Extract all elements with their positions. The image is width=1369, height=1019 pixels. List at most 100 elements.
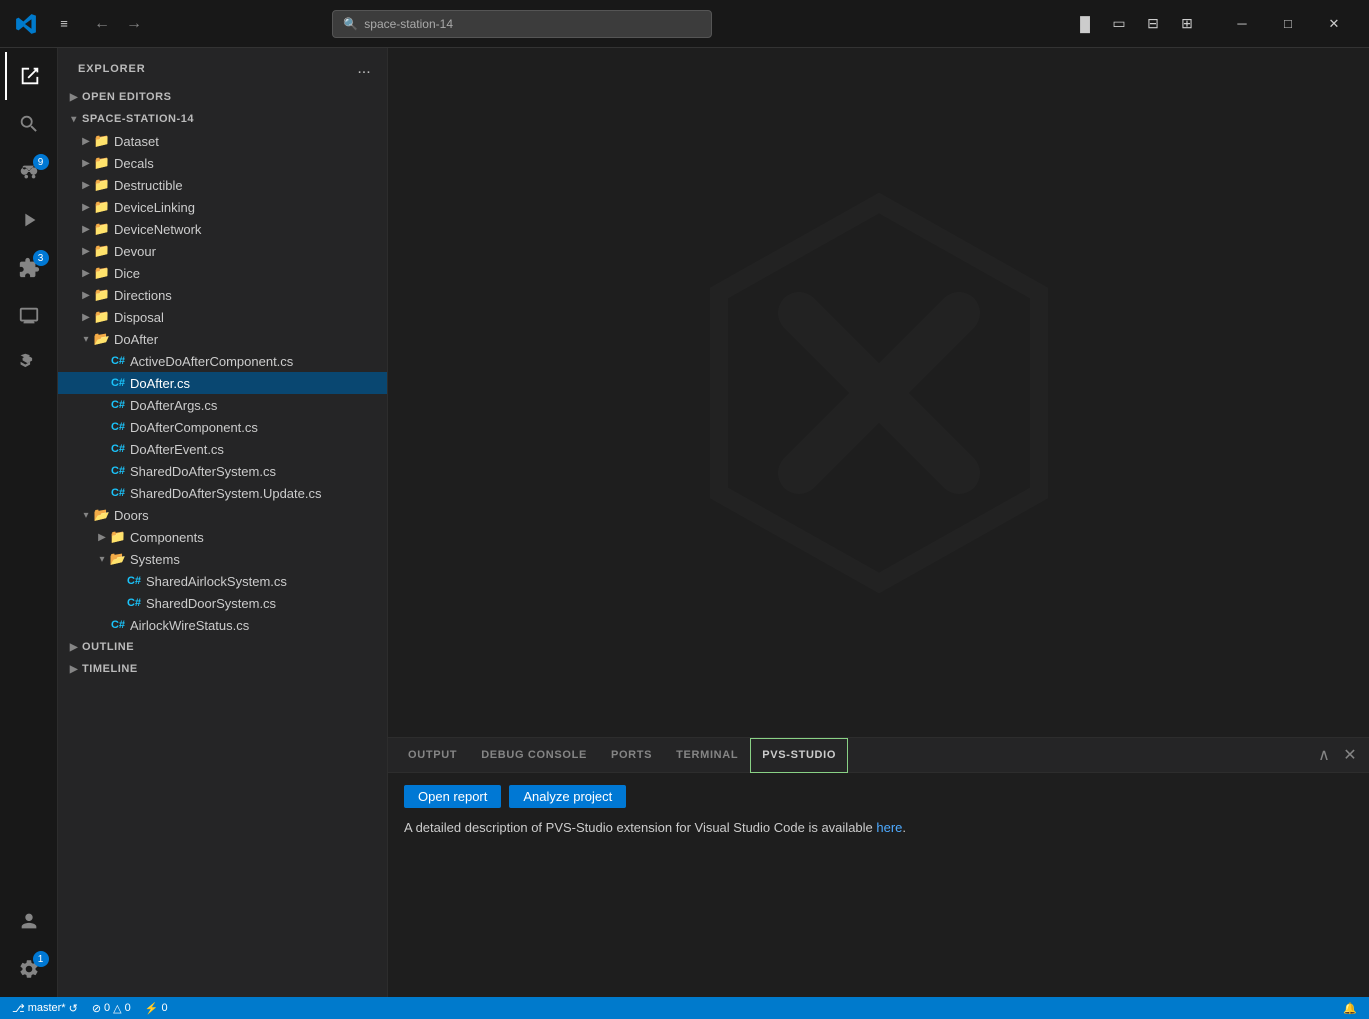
no-arrow [110,573,126,589]
tree-item-devour[interactable]: ▶ 📁 Devour [58,240,387,262]
disposal-label: Disposal [114,310,164,325]
forward-button[interactable]: → [120,10,148,38]
tree-item-devicelinking[interactable]: ▶ 📁 DeviceLinking [58,196,387,218]
statusbar-remote[interactable]: ⚡ 0 [141,997,172,1019]
close-button[interactable]: ✕ [1311,9,1357,39]
decals-arrow: ▶ [78,155,94,171]
error-count: 0 [104,1002,110,1014]
search-text: space-station-14 [364,17,453,31]
tree-item-disposal[interactable]: ▶ 📁 Disposal [58,306,387,328]
activity-source-control[interactable]: 9 [5,148,53,196]
section-space-station[interactable]: ▾ SPACE-STATION-14 [58,108,387,130]
section-outline[interactable]: ▶ OUTLINE [58,636,387,658]
section-timeline[interactable]: ▶ TIMELINE [58,658,387,680]
editor-main [388,48,1369,737]
tab-ports[interactable]: PORTS [599,738,664,773]
sidebar-more-actions[interactable]: ... [353,58,375,80]
tree-item-airlockwire[interactable]: C# AirlockWireStatus.cs [58,614,387,636]
tree-item-dice[interactable]: ▶ 📁 Dice [58,262,387,284]
cs-file-icon: C# [110,485,126,501]
panel-collapse-button[interactable]: ∧ [1313,744,1335,766]
tab-terminal[interactable]: TERMINAL [664,738,750,773]
tree-item-doafterevent[interactable]: C# DoAfterEvent.cs [58,438,387,460]
tree-item-sharedairlock[interactable]: C# SharedAirlockSystem.cs [58,570,387,592]
maximize-button[interactable]: □ [1265,9,1311,39]
tree-item-doors[interactable]: ▾ 📂 Doors [58,504,387,526]
vscode-logo [12,10,40,38]
customize-layout-button[interactable]: ⊞ [1173,10,1201,38]
tree-item-decals[interactable]: ▶ 📁 Decals [58,152,387,174]
branch-name: master* [28,1002,66,1014]
space-station-label: SPACE-STATION-14 [82,113,194,125]
remote-icon: ⚡ [145,1002,159,1015]
shareddoaftersystem-label: SharedDoAfterSystem.cs [130,464,276,479]
doafter-arrow: ▾ [78,331,94,347]
minimize-button[interactable]: ─ [1219,9,1265,39]
back-button[interactable]: ← [88,10,116,38]
sync-icon: ↺ [69,1002,78,1015]
activity-remote[interactable] [5,292,53,340]
statusbar-notification[interactable]: 🔔 [1339,997,1361,1019]
here-link[interactable]: here [876,820,902,835]
doafterargs-label: DoAfterArgs.cs [130,398,217,413]
dataset-arrow: ▶ [78,133,94,149]
statusbar-errors[interactable]: ⊘ 0 △ 0 [88,997,135,1019]
activity-search[interactable] [5,100,53,148]
tree-item-doaftercomponent[interactable]: C# DoAfterComponent.cs [58,416,387,438]
hamburger-menu[interactable]: ≡ [50,10,78,38]
source-control-badge: 9 [33,154,49,170]
activity-extensions[interactable]: 3 [5,244,53,292]
cs-file-icon: C# [110,419,126,435]
command-palette[interactable]: 🔍 space-station-14 [332,10,712,38]
tab-output[interactable]: OUTPUT [396,738,469,773]
tree-item-shareddoor[interactable]: C# SharedDoorSystem.cs [58,592,387,614]
tree-item-activedoafter[interactable]: C# ActiveDoAfterComponent.cs [58,350,387,372]
error-icon: ⊘ [92,1002,101,1015]
statusbar-branch[interactable]: ⎇ master* ↺ [8,997,82,1019]
tree-item-shareddoaftersystem[interactable]: C# SharedDoAfterSystem.cs [58,460,387,482]
panel-content: Open report Analyze project A detailed d… [388,773,1369,997]
devicelinking-label: DeviceLinking [114,200,195,215]
toggle-sidebar-button[interactable]: ▐▌ [1071,10,1099,38]
activity-settings[interactable]: 1 [5,945,53,993]
tree-item-destructible[interactable]: ▶ 📁 Destructible [58,174,387,196]
timeline-label: TIMELINE [82,663,138,675]
tree-item-directions[interactable]: ▶ 📁 Directions [58,284,387,306]
open-report-button[interactable]: Open report [404,785,501,808]
titlebar: ≡ ← → 🔍 space-station-14 ▐▌ ▭ ⊟ ⊞ ─ □ ✕ [0,0,1369,48]
tree-item-doafterargs[interactable]: C# DoAfterArgs.cs [58,394,387,416]
cs-file-icon: C# [126,595,142,611]
no-arrow [94,375,110,391]
toggle-panel-button[interactable]: ▭ [1105,10,1133,38]
folder-icon: 📁 [94,265,110,281]
activity-accounts[interactable] [5,897,53,945]
doafter-label: DoAfter [114,332,158,347]
tree-item-doafter[interactable]: ▾ 📂 DoAfter [58,328,387,350]
analyze-project-button[interactable]: Analyze project [509,785,626,808]
tree-item-components[interactable]: ▶ 📁 Components [58,526,387,548]
systems-arrow: ▾ [94,551,110,567]
tree-item-shareddoaftersystem-update[interactable]: C# SharedDoAfterSystem.Update.cs [58,482,387,504]
statusbar-right: 🔔 [1339,997,1361,1019]
tree-item-dataset[interactable]: ▶ 📁 Dataset [58,130,387,152]
section-open-editors[interactable]: ▶ OPEN EDITORS [58,86,387,108]
statusbar-left: ⎇ master* ↺ ⊘ 0 △ 0 ⚡ 0 [8,997,172,1019]
open-editors-arrow: ▶ [66,89,82,105]
disposal-arrow: ▶ [78,309,94,325]
window-controls: ─ □ ✕ [1219,9,1357,39]
panel-close-button[interactable]: ✕ [1339,744,1361,766]
no-arrow [94,441,110,457]
tree-item-doafter-cs[interactable]: C# DoAfter.cs [58,372,387,394]
activity-explorer[interactable] [5,52,53,100]
split-editor-button[interactable]: ⊟ [1139,10,1167,38]
bell-icon: 🔔 [1343,1002,1357,1015]
tab-debug-console[interactable]: DEBUG CONSOLE [469,738,599,773]
activity-docker[interactable] [5,340,53,388]
tree-item-devicenetwork[interactable]: ▶ 📁 DeviceNetwork [58,218,387,240]
devour-arrow: ▶ [78,243,94,259]
tab-pvs-studio[interactable]: PVS-STUDIO [750,738,848,773]
directions-label: Directions [114,288,172,303]
sharedairlock-label: SharedAirlockSystem.cs [146,574,287,589]
activity-run[interactable] [5,196,53,244]
tree-item-systems[interactable]: ▾ 📂 Systems [58,548,387,570]
